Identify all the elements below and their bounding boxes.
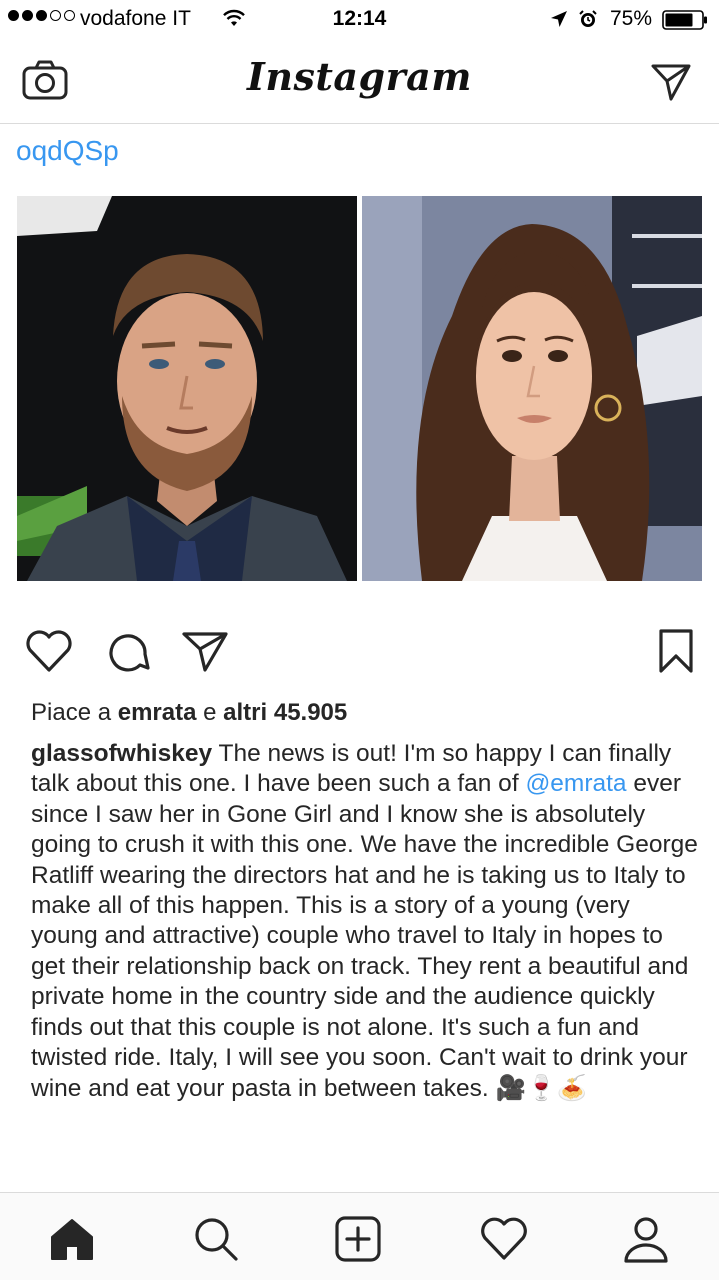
search-icon[interactable] (192, 1215, 240, 1263)
battery-percentage: 75% (610, 7, 653, 30)
post-photo-right[interactable] (362, 196, 702, 581)
post-photo-left[interactable] (17, 196, 357, 581)
home-icon[interactable] (48, 1215, 96, 1263)
woman-portrait-illustration (362, 196, 702, 581)
bookmark-icon[interactable] (656, 628, 696, 674)
add-post-icon[interactable] (334, 1215, 382, 1263)
instagram-logo: Instagram (247, 54, 472, 99)
status-bar: vodafone IT 12:14 75% (0, 0, 719, 40)
caption-text-part2: ever since I saw her in Gone Girl and I … (31, 770, 698, 1103)
caption-author[interactable]: glassofwhiskey (31, 740, 212, 767)
direct-message-icon[interactable] (650, 62, 692, 102)
post-caption: glassofwhiskey The news is out! I'm so h… (31, 739, 701, 1105)
man-portrait-illustration (17, 196, 357, 581)
top-navigation-bar: Instagram (0, 40, 719, 124)
post-username[interactable]: oqdQSp (16, 135, 119, 167)
bottom-tab-bar (0, 1192, 719, 1280)
activity-heart-icon[interactable] (480, 1215, 528, 1263)
caption-mention[interactable]: @emrata (525, 770, 626, 797)
likes-joiner: e (203, 699, 217, 726)
likes-summary[interactable]: Piace a emrata e altri 45.905 (31, 699, 347, 727)
likes-user[interactable]: emrata (118, 699, 197, 726)
profile-icon[interactable] (622, 1215, 670, 1263)
battery-icon (662, 10, 707, 30)
post-action-row (0, 620, 719, 680)
likes-prefix: Piace a (31, 699, 112, 726)
heart-icon[interactable] (24, 628, 74, 674)
alarm-clock-icon (579, 10, 597, 27)
share-icon[interactable] (180, 628, 230, 674)
caption-emojis: 🎥🍷🍝 (495, 1073, 587, 1103)
likes-count[interactable]: altri 45.905 (223, 699, 347, 726)
comment-icon[interactable] (102, 628, 152, 674)
location-arrow-icon (551, 11, 567, 27)
